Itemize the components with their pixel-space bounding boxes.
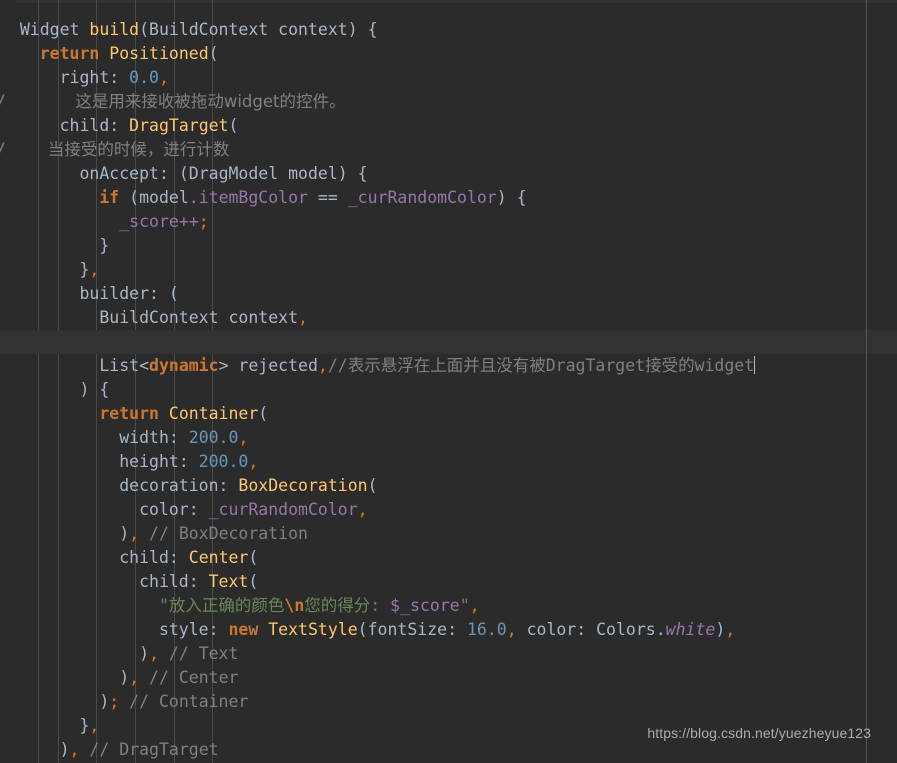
code-line[interactable]: onAccept: (DragModel model) { bbox=[0, 138, 897, 183]
code-line[interactable]: width: 200.0, bbox=[0, 402, 897, 447]
code-line[interactable]: style: new TextStyle(fontSize: 16.0, col… bbox=[0, 594, 897, 639]
code-editor[interactable]: Widget build(BuildContext context) { ret… bbox=[0, 0, 897, 763]
code-line[interactable]: builder: ( bbox=[0, 258, 897, 303]
watermark-url: https://blog.csdn.net/yuezheyue123 bbox=[647, 725, 871, 741]
code-line[interactable]: ), // Text bbox=[0, 618, 897, 663]
code-line[interactable]: ) { bbox=[0, 354, 897, 399]
code-line[interactable]: return Positioned( bbox=[0, 18, 897, 63]
code-line[interactable]: ), // BoxDecoration bbox=[0, 498, 897, 543]
code-line[interactable]: BuildContext context, bbox=[0, 282, 897, 327]
code-line[interactable]: height: 200.0, bbox=[0, 426, 897, 471]
code-line[interactable]: ), // Center bbox=[0, 642, 897, 687]
code-line[interactable]: List<dynamic> accepted,//表示悬浮在上面并且已经划过的w… bbox=[0, 306, 897, 351]
code-line[interactable]: if (model.itemBgColor == _curRandomColor… bbox=[0, 162, 897, 207]
code-line-comment[interactable]: // 当接受的时候，进行计数 bbox=[0, 114, 897, 159]
code-line[interactable]: "放入正确的颜色\n您的得分: $_score", bbox=[0, 570, 897, 615]
code-line-current[interactable]: List<dynamic> rejected,//表示悬浮在上面并且没有被Dra… bbox=[0, 330, 897, 375]
code-line[interactable]: Widget build(BuildContext context) { bbox=[0, 0, 897, 39]
code-line[interactable]: child: Center( bbox=[0, 522, 897, 567]
code-line[interactable]: color: _curRandomColor, bbox=[0, 474, 897, 519]
code-line[interactable]: }, bbox=[0, 234, 897, 279]
code-content[interactable]: Widget build(BuildContext context) { ret… bbox=[0, 0, 897, 763]
code-line[interactable]: right: 0.0, bbox=[0, 42, 897, 87]
code-line[interactable]: }, bbox=[0, 690, 897, 735]
code-line[interactable]: ); // Container bbox=[0, 666, 897, 711]
code-line[interactable]: _score++; bbox=[0, 186, 897, 231]
code-line[interactable]: decoration: BoxDecoration( bbox=[0, 450, 897, 495]
code-line-comment[interactable]: // 这是用来接收被拖动widget的控件。 bbox=[0, 66, 897, 111]
code-line[interactable]: ); // Positioned bbox=[0, 738, 897, 762]
right-margin-guide bbox=[866, 0, 867, 763]
code-line[interactable]: child: DragTarget( bbox=[0, 90, 897, 135]
code-line[interactable]: } bbox=[0, 210, 897, 255]
code-line[interactable]: return Container( bbox=[0, 378, 897, 423]
code-line[interactable]: child: Text( bbox=[0, 546, 897, 591]
